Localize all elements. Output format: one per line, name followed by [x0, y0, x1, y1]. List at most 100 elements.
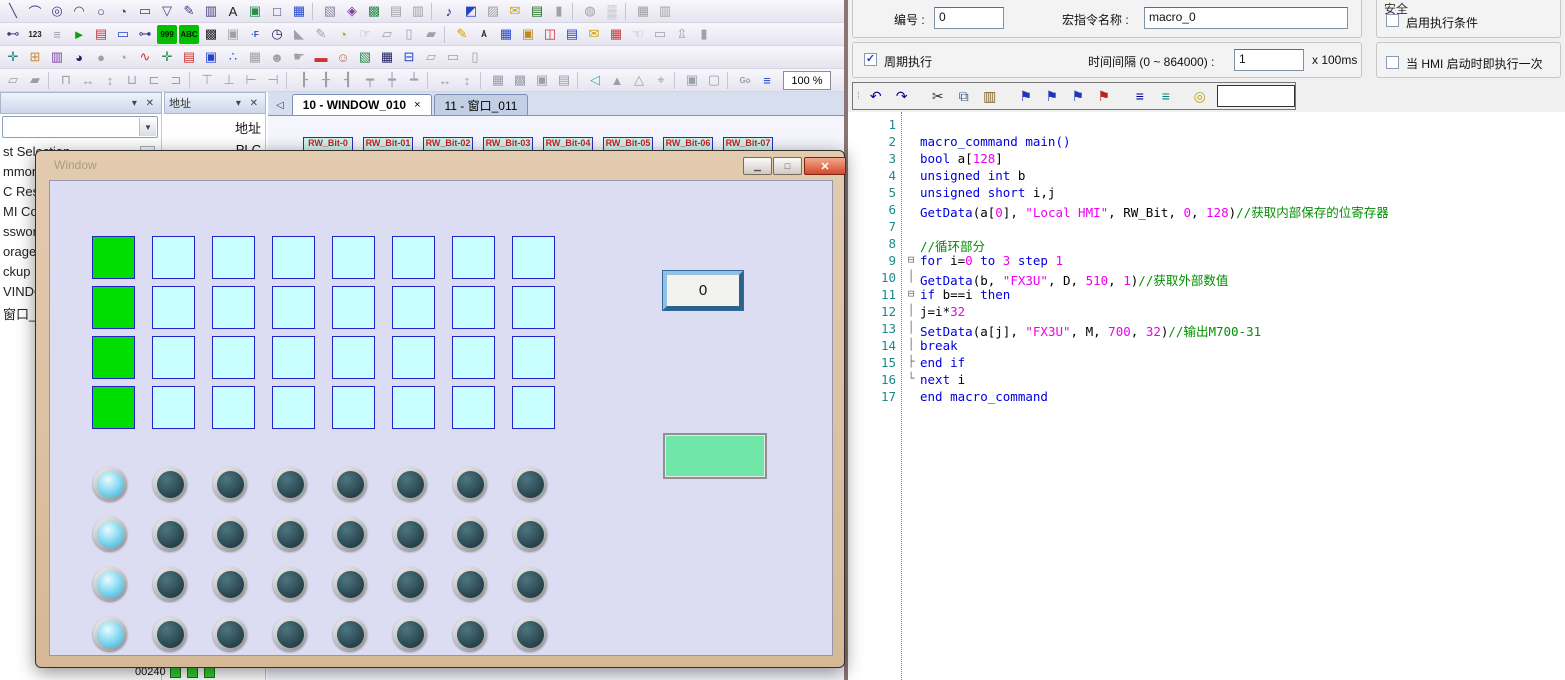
panel-header-buttons[interactable]: ▾ ✕: [132, 98, 157, 109]
round-lamp[interactable]: [213, 517, 247, 551]
toolbar-icon[interactable]: ▢: [704, 71, 724, 90]
toolbar-icon[interactable]: ⊶: [135, 25, 155, 44]
editor-toolbar-icon[interactable]: ⚑: [1015, 86, 1037, 106]
round-lamp[interactable]: [273, 617, 307, 651]
toolbar-icon[interactable]: ▱: [421, 48, 441, 67]
toolbar-icon[interactable]: 123: [25, 25, 45, 44]
toolbar-icon[interactable]: ▤: [179, 48, 199, 67]
fold-marker-icon[interactable]: │: [904, 338, 918, 351]
toolbar-icon[interactable]: ◔: [113, 48, 133, 67]
toolbar-icon[interactable]: ▧: [320, 2, 340, 21]
bit-lamp-square[interactable]: [512, 336, 555, 379]
toolbar-icon[interactable]: ╂: [316, 71, 336, 90]
toolbar-icon[interactable]: ◣: [289, 25, 309, 44]
toolbar-icon[interactable]: ▥: [655, 2, 675, 21]
toolbar-icon[interactable]: ·F: [245, 25, 265, 44]
toolbar-icon[interactable]: Go: [735, 71, 755, 90]
bit-lamp-square[interactable]: [392, 236, 435, 279]
toolbar-icon[interactable]: ◍: [580, 2, 600, 21]
editor-toolbar-icon[interactable]: ↶: [865, 86, 887, 106]
toolbar-icon[interactable]: ▥: [201, 2, 221, 21]
toolbar-icon[interactable]: ▦: [606, 25, 626, 44]
editor-toolbar-icon[interactable]: ✂: [927, 86, 949, 106]
periodic-checkbox[interactable]: ✓: [864, 53, 877, 66]
round-lamp[interactable]: [513, 617, 547, 651]
toolbar-icon[interactable]: ⊏: [144, 71, 164, 90]
code-line[interactable]: 2macro_command main(): [848, 134, 1565, 151]
toolbar-icon[interactable]: ▣: [532, 71, 552, 90]
code-line[interactable]: 14│break: [848, 338, 1565, 355]
round-lamp[interactable]: [393, 617, 427, 651]
bit-lamp-square[interactable]: [212, 236, 255, 279]
toolbar-icon[interactable]: □: [267, 2, 287, 21]
code-line[interactable]: 9⊟for i=0 to 3 step 1: [848, 253, 1565, 270]
bit-lamp-square[interactable]: [512, 386, 555, 429]
toolbar-icon[interactable]: ▯: [399, 25, 419, 44]
toolbar-icon[interactable]: ▱: [3, 71, 23, 90]
toolbar-icon[interactable]: ▩: [201, 25, 221, 44]
round-lamp[interactable]: [453, 467, 487, 501]
round-lamp[interactable]: [213, 467, 247, 501]
bit-lamp-square[interactable]: [272, 336, 315, 379]
editor-toolbar-icon[interactable]: ⚑: [1067, 86, 1089, 106]
code-line[interactable]: 3bool a[128]: [848, 151, 1565, 168]
round-lamp[interactable]: [453, 517, 487, 551]
bit-lamp-square[interactable]: [332, 236, 375, 279]
code-line[interactable]: 10│GetData(b, "FX3U", D, 510, 1)//获取外部数值: [848, 270, 1565, 287]
bit-lamp-square[interactable]: [152, 286, 195, 329]
editor-toolbar-icon[interactable]: ⚑: [1041, 86, 1063, 106]
toolbar-icon[interactable]: ◎: [47, 2, 67, 21]
toolbar-icon[interactable]: ✎: [179, 2, 199, 21]
bit-lamp-square[interactable]: [152, 336, 195, 379]
tree-item[interactable]: mmor: [3, 164, 36, 182]
toolbar-icon[interactable]: ⌖: [651, 71, 671, 90]
toolbar-icon[interactable]: ▭: [443, 48, 463, 67]
editor-toolbar-icon[interactable]: ⧉: [953, 86, 975, 106]
bit-lamp-square[interactable]: [92, 336, 135, 379]
toolbar-icon[interactable]: ∿: [135, 48, 155, 67]
toolbar-icon[interactable]: ≡: [47, 25, 67, 44]
toolbar-icon[interactable]: ▦: [245, 48, 265, 67]
toolbar-icon[interactable]: ▒: [602, 2, 622, 21]
toolbar-icon[interactable]: ◔: [333, 25, 353, 44]
code-line[interactable]: 16└next i: [848, 372, 1565, 389]
toolbar-icon[interactable]: ╲: [3, 2, 23, 21]
toolbar-icon[interactable]: ▦: [289, 2, 309, 21]
toolbar-icon[interactable]: ┯: [360, 71, 380, 90]
bit-square[interactable]: [204, 667, 215, 678]
simulation-window[interactable]: Window ▁ □ ✕ 0: [35, 150, 845, 668]
toolbar-icon[interactable]: ▥: [47, 48, 67, 67]
toolbar-icon[interactable]: ◷: [267, 25, 287, 44]
toolbar-icon[interactable]: ↔: [435, 71, 455, 90]
bit-lamp-square[interactable]: [92, 386, 135, 429]
round-lamp[interactable]: [393, 567, 427, 601]
code-line[interactable]: 6GetData(a[0], "Local HMI", RW_Bit, 0, 1…: [848, 202, 1565, 219]
toolbar-icon[interactable]: ▧: [355, 48, 375, 67]
round-lamp[interactable]: [93, 517, 127, 551]
round-lamp[interactable]: [393, 517, 427, 551]
round-lamp[interactable]: [333, 517, 367, 551]
bit-lamp-square[interactable]: [392, 286, 435, 329]
bit-lamp-square[interactable]: [272, 286, 315, 329]
green-rect-indicator[interactable]: [663, 433, 767, 479]
interval-input[interactable]: 1: [1234, 49, 1304, 71]
toolbar-icon[interactable]: ▬: [311, 48, 331, 67]
round-lamp[interactable]: [453, 567, 487, 601]
close-button[interactable]: ✕: [804, 157, 846, 175]
chevron-down-icon[interactable]: ▼: [139, 118, 156, 136]
toolbar-icon[interactable]: A: [223, 2, 243, 21]
toolbar-icon[interactable]: ⇫: [672, 25, 692, 44]
editor-toolbar-icon[interactable]: ≡: [1155, 86, 1177, 106]
toolbar-icon[interactable]: ▦: [488, 71, 508, 90]
toolbar-icon[interactable]: ▥: [408, 2, 428, 21]
round-lamp[interactable]: [453, 617, 487, 651]
bit-square[interactable]: [170, 667, 181, 678]
toolbar-icon[interactable]: ☛: [289, 48, 309, 67]
toolbar-icon[interactable]: ◫: [540, 25, 560, 44]
fold-marker-icon[interactable]: ⊟: [904, 253, 918, 266]
round-lamp[interactable]: [93, 467, 127, 501]
code-line[interactable]: 1: [848, 117, 1565, 134]
macro-id-input[interactable]: 0: [934, 7, 1004, 29]
round-lamp[interactable]: [273, 467, 307, 501]
toolbar-icon[interactable]: ┠: [294, 71, 314, 90]
